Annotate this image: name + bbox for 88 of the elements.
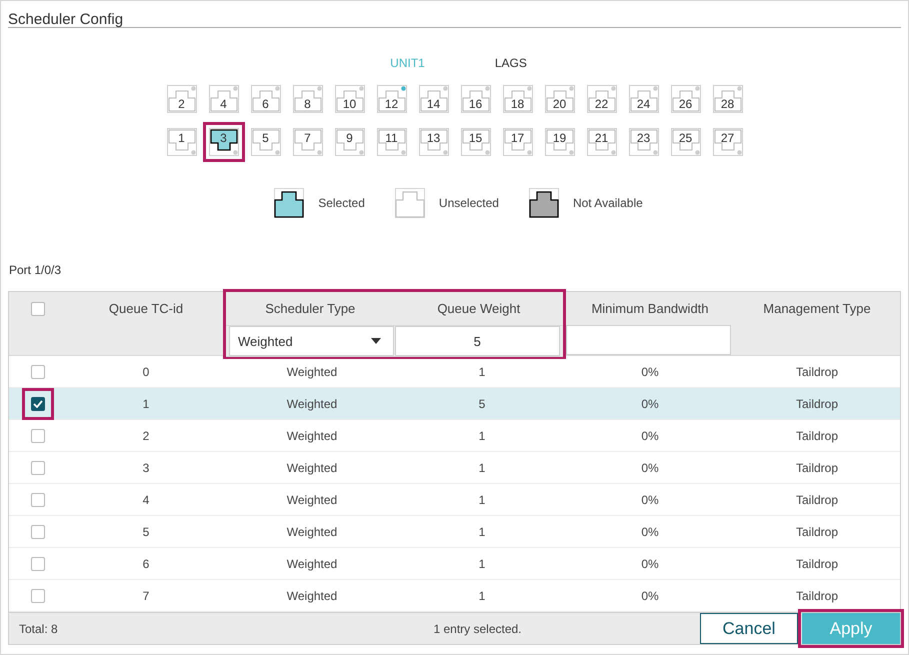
table-cell: 0% [566, 484, 734, 516]
port-button[interactable]: 20 [544, 85, 574, 113]
column-header: Minimum Bandwidth [566, 292, 734, 326]
table-cell: Taildrop [734, 388, 900, 420]
row-checkbox[interactable] [30, 556, 44, 570]
table-cell: 1 [398, 548, 566, 580]
scheduler-type-dropdown[interactable]: Weighted [229, 326, 394, 356]
row-checkbox[interactable] [30, 428, 44, 442]
port-button[interactable]: 3 [208, 128, 238, 156]
table-cell: Weighted [226, 420, 398, 452]
port-legend-icon [394, 188, 425, 218]
table-cell: Taildrop [734, 548, 900, 580]
column-header: Scheduler Type [226, 292, 394, 326]
port-button[interactable]: 15 [460, 128, 490, 156]
port-button[interactable]: 2 [166, 85, 196, 113]
table-cell: 6 [66, 548, 226, 580]
port-button[interactable]: 18 [502, 85, 532, 113]
port-button[interactable]: 17 [502, 128, 532, 156]
table-cell: 1 [398, 516, 566, 548]
port-button[interactable]: 13 [418, 128, 448, 156]
port-caption: Port 1/0/3 [9, 263, 62, 277]
column-header: Queue TC-id [66, 292, 226, 326]
caret-icon [370, 338, 380, 344]
legend-label: Unselected [438, 196, 499, 210]
row-checkbox[interactable] [30, 524, 44, 538]
port-button[interactable]: 26 [670, 85, 700, 113]
column-header: Management Type [734, 292, 900, 326]
row-checkbox[interactable] [30, 492, 44, 506]
table-cell: Taildrop [734, 420, 900, 452]
table-cell: 3 [66, 452, 226, 484]
table-cell: 1 [398, 452, 566, 484]
port-legend-icon [528, 188, 559, 218]
column-header: Queue Weight [394, 292, 563, 326]
port-button[interactable]: 4 [208, 85, 238, 113]
port-button[interactable]: 10 [334, 85, 364, 113]
table-cell: 1 [398, 484, 566, 516]
select-all-checkbox[interactable] [30, 302, 44, 316]
row-checkbox[interactable] [30, 396, 44, 410]
cancel-button[interactable]: Cancel [700, 613, 798, 644]
total-count: Total: 8 [18, 622, 59, 636]
queue-weight-field[interactable]: 5 [394, 326, 560, 356]
port-button[interactable]: 16 [460, 85, 490, 113]
table-cell: 5 [398, 388, 566, 420]
port-button[interactable]: 9 [334, 128, 364, 156]
table-cell: 5 [66, 516, 226, 548]
table-cell: Taildrop [734, 516, 900, 548]
row-checkbox[interactable] [30, 364, 44, 378]
table-cell: Taildrop [734, 452, 900, 484]
port-button[interactable]: 24 [628, 85, 658, 113]
table-cell: Weighted [226, 516, 398, 548]
table-cell: 1 [398, 420, 566, 452]
table-cell: Weighted [226, 388, 398, 420]
row-checkbox[interactable] [30, 460, 44, 474]
table-cell: 0% [566, 388, 734, 420]
legend-label: Selected [318, 196, 365, 210]
row-checkbox[interactable] [30, 588, 44, 602]
table-cell: 4 [66, 484, 226, 516]
unit-tab[interactable]: LAGS [494, 56, 527, 70]
port-button[interactable]: 14 [418, 85, 448, 113]
port-button[interactable]: 7 [292, 128, 322, 156]
port-button[interactable]: 11 [376, 128, 406, 156]
port-button[interactable]: 1 [166, 128, 196, 156]
table-cell: 0% [566, 420, 734, 452]
port-legend-icon [274, 188, 304, 218]
table-cell: 0% [566, 516, 734, 548]
port-button[interactable]: 8 [292, 85, 322, 113]
table-cell: Weighted [226, 484, 398, 516]
port-button[interactable]: 28 [712, 85, 742, 113]
port-button[interactable]: 12 [376, 85, 406, 113]
bandwidth-field[interactable] [566, 324, 731, 354]
table-cell: Weighted [226, 548, 398, 580]
port-button[interactable]: 21 [586, 128, 616, 156]
port-button[interactable]: 27 [712, 128, 742, 156]
table-cell: Taildrop [734, 484, 900, 516]
legend-label: Not Available [572, 196, 643, 210]
port-button[interactable]: 19 [544, 128, 574, 156]
page-title: Scheduler Config [7, 10, 124, 27]
table-cell: 2 [66, 420, 226, 452]
port-button[interactable]: 5 [250, 128, 280, 156]
port-button[interactable]: 22 [586, 85, 616, 113]
selection-info: 1 entry selected. [432, 622, 523, 636]
table-cell: 1 [66, 388, 226, 420]
port-button[interactable]: 23 [628, 128, 658, 156]
port-button[interactable]: 25 [670, 128, 700, 156]
table-cell: 0% [566, 548, 734, 580]
table-cell: 0% [566, 452, 734, 484]
port-button[interactable]: 6 [250, 85, 280, 113]
table-cell: Weighted [226, 452, 398, 484]
